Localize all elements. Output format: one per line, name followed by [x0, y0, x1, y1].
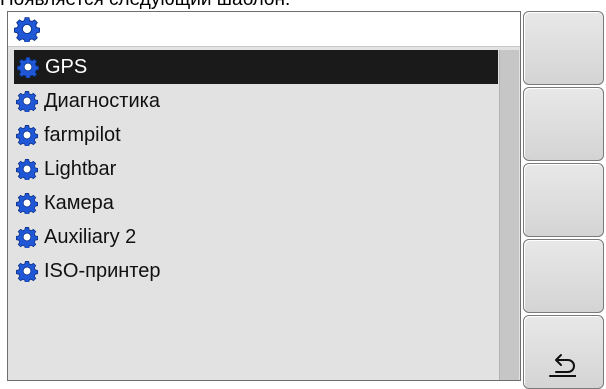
menu-item-label: ISO-принтер	[44, 259, 161, 282]
menu-item-label: farmpilot	[44, 123, 121, 146]
menu-item-label: Камера	[44, 191, 114, 214]
gear-icon	[17, 57, 39, 78]
return-arrow-icon	[549, 354, 576, 377]
menu-item-label: GPS	[45, 55, 88, 78]
menu-item-label: Диагностика	[44, 89, 160, 112]
page-caption: Появляется следующий шаблон:	[0, 0, 606, 9]
menu-item-label: Auxiliary 2	[44, 225, 137, 248]
softkey-3[interactable]	[523, 163, 604, 237]
return-button[interactable]	[523, 315, 604, 389]
softkey-1[interactable]	[523, 11, 604, 85]
menu-item-label: Lightbar	[44, 157, 117, 180]
main-panel: GPS Диагностика farmpilot Lightbar Камера Aux…	[7, 11, 521, 381]
gear-icon	[16, 227, 38, 248]
menu-item[interactable]: Lightbar	[14, 152, 498, 186]
title-bar	[8, 12, 520, 47]
softkey-bar	[523, 11, 606, 389]
menu-item[interactable]: Диагностика	[14, 84, 498, 118]
settings-gear-icon	[14, 17, 40, 42]
softkey-4[interactable]	[523, 239, 604, 313]
menu-item[interactable]: Auxiliary 2	[14, 220, 498, 254]
gear-icon	[16, 261, 38, 282]
softkey-2[interactable]	[523, 87, 604, 161]
gear-icon	[16, 91, 38, 112]
menu-list: GPS Диагностика farmpilot Lightbar Камера Aux…	[14, 50, 498, 288]
gear-icon	[16, 193, 38, 214]
gear-icon	[16, 159, 38, 180]
scrollbar[interactable]	[499, 50, 519, 380]
gear-icon	[16, 125, 38, 146]
menu-item[interactable]: farmpilot	[14, 118, 498, 152]
menu-item[interactable]: ISO-принтер	[14, 254, 498, 288]
menu-item[interactable]: Камера	[14, 186, 498, 220]
menu-item[interactable]: GPS	[14, 50, 498, 84]
